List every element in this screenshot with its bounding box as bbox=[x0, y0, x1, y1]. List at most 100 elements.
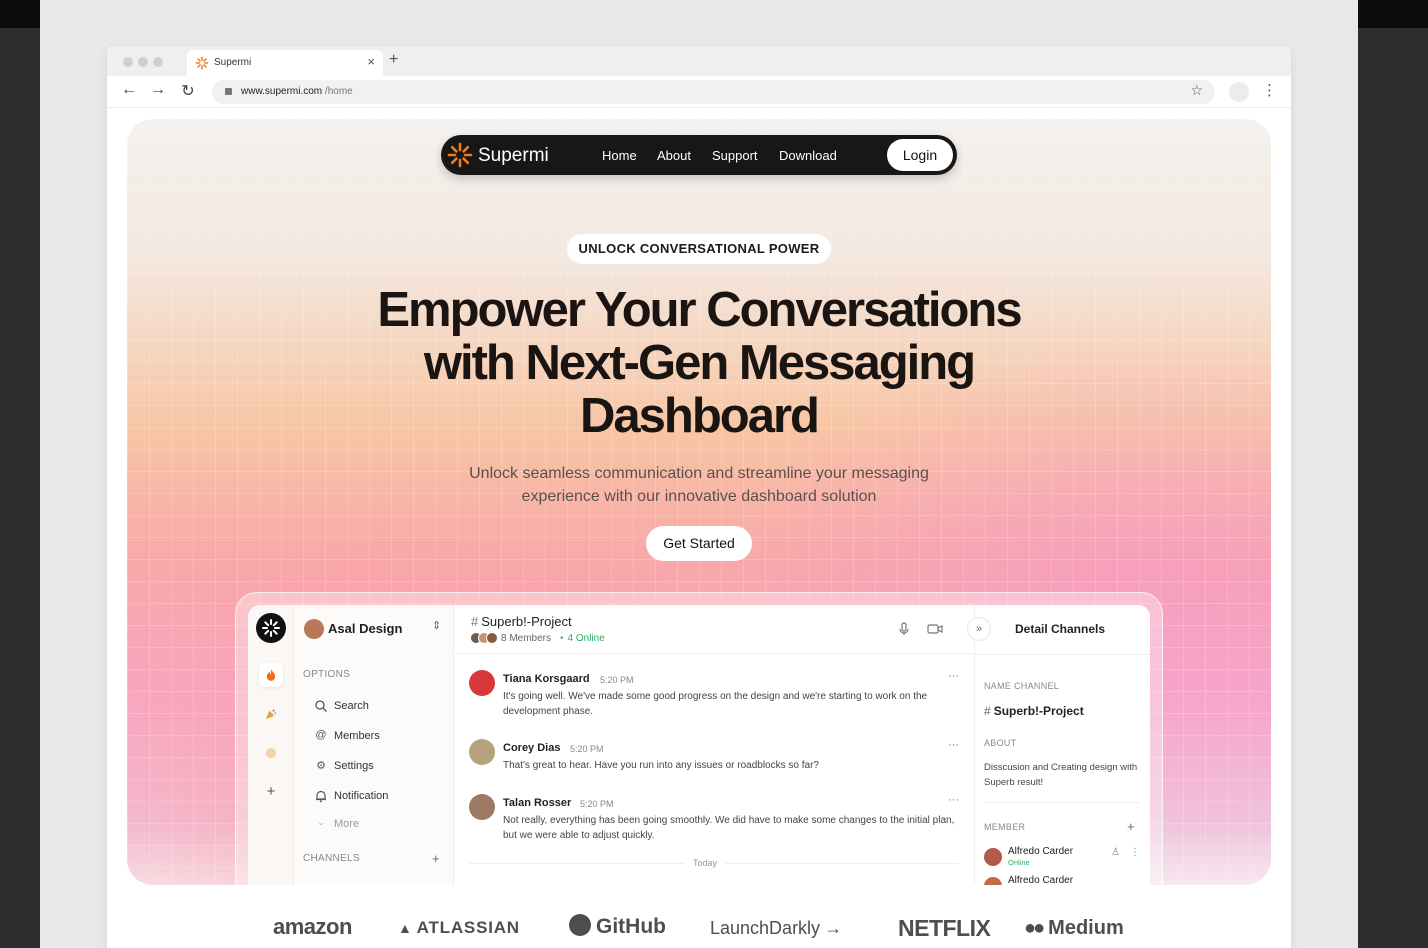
message-options-icon[interactable]: ··· bbox=[948, 670, 959, 682]
forward-icon[interactable]: → bbox=[148, 81, 168, 99]
sidebar-item-label: Search bbox=[334, 700, 369, 712]
logo-strip: amazon ▲ ATLASSIAN GitHub LaunchDarkly → N… bbox=[107, 908, 1291, 948]
get-started-button[interactable]: Get Started bbox=[646, 526, 752, 561]
reload-icon[interactable]: ↻ bbox=[178, 81, 198, 101]
add-member-icon[interactable]: + bbox=[1127, 819, 1135, 834]
browser-tab[interactable]: Supermi × bbox=[187, 50, 383, 76]
channel-title: # Superb!-Project bbox=[471, 614, 572, 629]
launchdarkly-logo-text: LaunchDarkly bbox=[710, 918, 821, 938]
hash-icon: # bbox=[471, 614, 479, 629]
brand-name[interactable]: Supermi bbox=[478, 145, 549, 167]
workspace-avatar[interactable] bbox=[304, 619, 324, 639]
hero-eyebrow-badge: UNLOCK CONVERSATIONAL POWER bbox=[567, 234, 831, 264]
tab-title: Supermi bbox=[214, 57, 252, 68]
chevron-down-icon: ⌄ bbox=[317, 817, 325, 827]
collapse-panel-icon[interactable]: » bbox=[967, 617, 991, 641]
message-time: 5:20 PM bbox=[580, 799, 614, 809]
microphone-icon[interactable] bbox=[897, 622, 911, 636]
channel-header: # Superb!-Project 8 Members • 4 Online bbox=[455, 605, 973, 654]
window-maximize-dot[interactable] bbox=[153, 57, 163, 67]
about-text: Disscusion and Creating design with Supe… bbox=[984, 762, 1138, 788]
app-rail: + bbox=[248, 605, 294, 885]
workspace-sidebar: Asal Design ⇕ OPTIONS Search @ Members ⚙… bbox=[294, 605, 454, 885]
online-count: • 4 Online bbox=[560, 633, 605, 644]
avatar bbox=[486, 632, 498, 644]
atlassian-logo-text: ATLASSIAN bbox=[416, 918, 520, 937]
about-heading: ABOUT bbox=[984, 738, 1017, 748]
supermi-logo-icon bbox=[447, 142, 473, 168]
window-minimize-dot[interactable] bbox=[138, 57, 148, 67]
new-tab-icon[interactable]: + bbox=[389, 51, 398, 69]
member-row[interactable]: Alfredo Carder Online ♙ ⋮ bbox=[984, 845, 1150, 873]
launchdarkly-logo: LaunchDarkly → bbox=[710, 918, 842, 939]
message-text: It's going well. We've made some good pr… bbox=[503, 691, 928, 717]
message-time: 5:20 PM bbox=[600, 675, 634, 685]
app-logo[interactable] bbox=[256, 613, 286, 643]
online-count-text: 4 Online bbox=[567, 633, 605, 644]
workspace-switch-icon[interactable]: ⇕ bbox=[432, 619, 441, 632]
url-text: www.supermi.com /home bbox=[241, 86, 353, 97]
add-channel-icon[interactable]: + bbox=[432, 851, 440, 866]
member-count: 8 Members bbox=[501, 633, 552, 644]
avatar bbox=[469, 739, 495, 765]
hash-icon: # bbox=[984, 704, 991, 718]
app-logo-icon bbox=[262, 619, 280, 637]
member-row[interactable]: Alfredo Carder bbox=[984, 874, 1150, 885]
rail-fire-icon[interactable] bbox=[259, 663, 283, 687]
message-text: Not really, everything has been going sm… bbox=[503, 815, 955, 841]
rail-add-icon[interactable]: + bbox=[259, 780, 283, 804]
nav-link-download[interactable]: Download bbox=[779, 148, 837, 163]
github-logo-text: GitHub bbox=[596, 915, 666, 938]
profile-avatar[interactable] bbox=[1229, 82, 1249, 102]
dashboard-preview: + Asal Design ⇕ OPTIONS Search @ Members bbox=[235, 592, 1163, 885]
detail-channel-name: # Superb!-Project bbox=[984, 704, 1084, 718]
supermi-favicon-icon bbox=[195, 56, 209, 70]
back-icon[interactable]: ← bbox=[119, 81, 139, 99]
site-navbar: Supermi Home About Support Download Logi… bbox=[441, 135, 957, 175]
options-heading: OPTIONS bbox=[303, 669, 351, 680]
atlassian-mark-icon: ▲ bbox=[398, 920, 413, 936]
medium-logo: ●● Medium bbox=[1024, 917, 1124, 940]
member-name: Alfredo Carder bbox=[1008, 875, 1074, 885]
at-icon: @ bbox=[315, 729, 327, 741]
tab-close-icon[interactable]: × bbox=[367, 54, 375, 69]
hero-section: Supermi Home About Support Download Logi… bbox=[127, 119, 1271, 885]
user-icon[interactable]: ♙ bbox=[1111, 847, 1120, 858]
message-options-icon[interactable]: ··· bbox=[948, 794, 959, 806]
video-camera-icon[interactable] bbox=[927, 622, 943, 636]
member-avatars[interactable] bbox=[470, 632, 500, 644]
avatar bbox=[984, 877, 1002, 885]
nav-link-support[interactable]: Support bbox=[712, 148, 758, 163]
member-heading: MEMBER bbox=[984, 822, 1026, 832]
login-button[interactable]: Login bbox=[887, 139, 953, 171]
member-name: Alfredo Carder bbox=[1008, 846, 1074, 857]
amazon-logo: amazon bbox=[273, 914, 352, 939]
member-options-icon[interactable]: ⋮ bbox=[1130, 847, 1140, 858]
message-options-icon[interactable]: ··· bbox=[948, 739, 959, 751]
channels-heading: CHANNELS bbox=[303, 853, 360, 864]
message-author: Tiana Korsgaard bbox=[503, 673, 590, 685]
workspace-name[interactable]: Asal Design bbox=[328, 621, 402, 636]
nav-link-about[interactable]: About bbox=[657, 148, 691, 163]
browser-menu-icon[interactable]: ⋮ bbox=[1262, 81, 1277, 99]
rail-hand-icon[interactable] bbox=[259, 741, 283, 765]
divider bbox=[984, 802, 1140, 803]
github-logo: GitHub bbox=[569, 914, 666, 939]
window-close-dot[interactable] bbox=[123, 57, 133, 67]
rail-party-icon[interactable] bbox=[259, 702, 283, 726]
address-bar[interactable]: www.supermi.com /home ☆ bbox=[212, 80, 1215, 104]
channel-name: Superb!-Project bbox=[481, 614, 572, 629]
url-domain: www.supermi.com bbox=[241, 86, 323, 97]
channel-detail-panel: » Detail Channels NAME CHANNEL # Superb!-… bbox=[967, 605, 1150, 885]
sidebar-item-label: Settings bbox=[334, 760, 374, 772]
bookmark-star-icon[interactable]: ☆ bbox=[1190, 82, 1203, 99]
arrow-right-icon: → bbox=[824, 918, 843, 938]
github-mark-icon bbox=[569, 914, 591, 936]
bell-icon bbox=[316, 790, 326, 803]
nav-link-home[interactable]: Home bbox=[602, 148, 637, 163]
avatar bbox=[469, 670, 495, 696]
chat-panel: # Superb!-Project 8 Members • 4 Online T… bbox=[455, 605, 973, 885]
sidebar-item-label: More bbox=[334, 818, 360, 830]
medium-logo-text: Medium bbox=[1048, 917, 1124, 939]
message-time: 5:20 PM bbox=[570, 744, 604, 754]
